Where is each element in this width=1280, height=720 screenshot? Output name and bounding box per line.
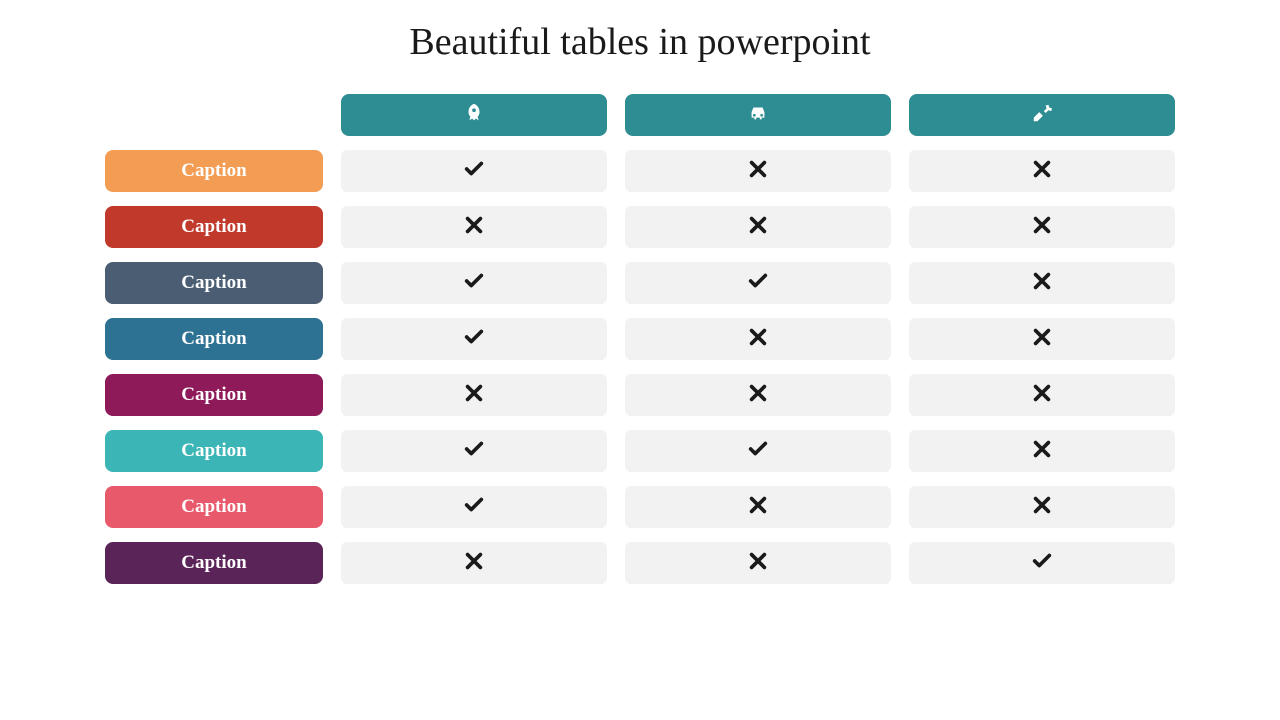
table-cell: [341, 318, 607, 360]
table-cell: [909, 430, 1175, 472]
cross-icon: [1031, 438, 1053, 465]
cross-icon: [747, 382, 769, 409]
table-cell: [625, 206, 891, 248]
table-cell: [909, 542, 1175, 584]
table-cell: [625, 150, 891, 192]
table-cell: [909, 374, 1175, 416]
cross-icon: [747, 550, 769, 577]
column-header: [909, 94, 1175, 136]
table-row: Caption: [105, 486, 1175, 528]
row-caption: Caption: [105, 318, 323, 360]
table-cell: [909, 206, 1175, 248]
column-header: [625, 94, 891, 136]
table-cell: [909, 262, 1175, 304]
check-icon: [463, 158, 485, 185]
slide: Beautiful tables in powerpoint CaptionCa…: [0, 0, 1280, 720]
row-caption: Caption: [105, 150, 323, 192]
table-cell: [341, 206, 607, 248]
column-header: [341, 94, 607, 136]
row-caption: Caption: [105, 262, 323, 304]
cross-icon: [463, 382, 485, 409]
table-row: Caption: [105, 430, 1175, 472]
row-caption: Caption: [105, 206, 323, 248]
cross-icon: [463, 550, 485, 577]
table-cell: [909, 486, 1175, 528]
table-cell: [341, 486, 607, 528]
cross-icon: [1031, 382, 1053, 409]
table-cell: [625, 486, 891, 528]
row-caption: Caption: [105, 486, 323, 528]
table-row: Caption: [105, 374, 1175, 416]
cross-icon: [1031, 214, 1053, 241]
check-icon: [747, 438, 769, 465]
table-cell: [341, 374, 607, 416]
table-row: Caption: [105, 150, 1175, 192]
car-icon: [747, 102, 769, 129]
rocket-icon: [463, 102, 485, 129]
header-spacer: [105, 94, 323, 136]
table-row: Caption: [105, 542, 1175, 584]
check-icon: [1031, 550, 1053, 577]
table-header-row: [105, 94, 1175, 136]
table-cell: [625, 374, 891, 416]
check-icon: [463, 494, 485, 521]
check-icon: [463, 326, 485, 353]
cross-icon: [1031, 494, 1053, 521]
row-caption: Caption: [105, 542, 323, 584]
cross-icon: [747, 494, 769, 521]
cross-icon: [1031, 326, 1053, 353]
cross-icon: [747, 326, 769, 353]
page-title: Beautiful tables in powerpoint: [0, 20, 1280, 64]
cross-icon: [747, 158, 769, 185]
table-cell: [625, 262, 891, 304]
table-row: Caption: [105, 206, 1175, 248]
comparison-table: Caption Caption Caption Caption Caption Capti…: [105, 94, 1175, 584]
table-cell: [909, 318, 1175, 360]
table-cell: [625, 430, 891, 472]
cross-icon: [463, 214, 485, 241]
table-row: Caption: [105, 318, 1175, 360]
cross-icon: [1031, 270, 1053, 297]
check-icon: [747, 270, 769, 297]
row-caption: Caption: [105, 430, 323, 472]
cross-icon: [1031, 158, 1053, 185]
table-cell: [625, 542, 891, 584]
table-cell: [341, 542, 607, 584]
table-cell: [341, 150, 607, 192]
table-cell: [341, 262, 607, 304]
table-row: Caption: [105, 262, 1175, 304]
cross-icon: [747, 214, 769, 241]
row-caption: Caption: [105, 374, 323, 416]
table-cell: [341, 430, 607, 472]
table-cell: [909, 150, 1175, 192]
check-icon: [463, 270, 485, 297]
tools-icon: [1031, 102, 1053, 129]
check-icon: [463, 438, 485, 465]
table-cell: [625, 318, 891, 360]
